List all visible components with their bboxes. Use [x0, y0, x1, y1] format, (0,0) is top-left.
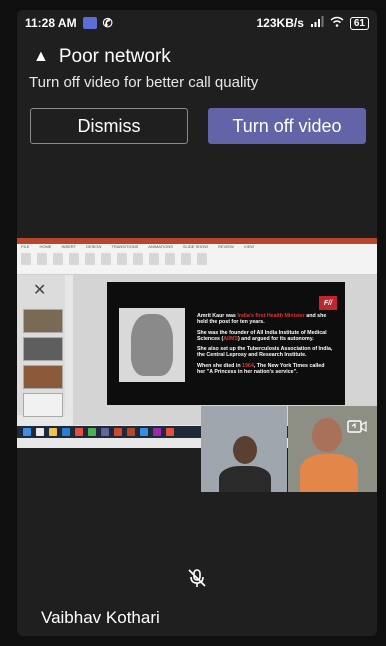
status-bar: 11:28 AM ✆ 123KB/s 61 — [17, 10, 377, 36]
mic-off-icon[interactable] — [186, 567, 208, 589]
call-screen: 11:28 AM ✆ 123KB/s 61 ▲ Poor network Tur… — [17, 10, 377, 636]
phone-icon: ✆ — [102, 16, 113, 30]
warning-icon: ▲ — [33, 48, 49, 65]
dismiss-button[interactable]: Dismiss — [30, 108, 188, 144]
participant-video-tile[interactable] — [201, 406, 287, 492]
status-left: 11:28 AM ✆ — [25, 16, 113, 30]
banner-title: Poor network — [58, 46, 171, 67]
slide-thumbnail — [23, 365, 63, 389]
banner-subtitle: Turn off video for better call quality — [29, 74, 259, 91]
status-time: 11:28 AM — [25, 16, 77, 30]
taskbar-icons — [23, 428, 174, 436]
slide-paragraph: When she died in 1964, The New York Time… — [197, 362, 325, 376]
teams-icon — [82, 17, 97, 29]
ribbon-commands — [21, 253, 207, 265]
presentation-slide: F// Amrit Kaur was India's first Health … — [107, 282, 345, 405]
slide-paragraph: She also set up the Tuberculosis Associa… — [197, 346, 333, 359]
slide-thumbnail — [23, 309, 63, 333]
slide-thumbnail — [23, 393, 63, 417]
signal-icon — [310, 16, 324, 30]
net-speed: 123KB/s — [256, 16, 304, 30]
switch-camera-icon[interactable] — [347, 418, 367, 434]
portrait-image — [119, 308, 185, 382]
status-right: 123KB/s 61 — [256, 16, 369, 30]
slide-paragraph: She was the founder of All India Institu… — [197, 329, 327, 342]
wifi-icon — [330, 16, 344, 30]
participant-face — [233, 436, 257, 464]
ppt-ribbon: FILE HOME INSERT DESIGN TRANSITIONS ANIMATION… — [17, 244, 377, 275]
self-face — [312, 418, 342, 452]
turn-off-video-button[interactable]: Turn off video — [208, 108, 366, 144]
slide-text: Amrit Kaur was India's first Health Mini… — [197, 313, 333, 379]
slide-paragraph: Amrit Kaur was India's first Health Mini… — [197, 313, 327, 326]
ribbon-tabs: FILE HOME INSERT DESIGN TRANSITIONS ANIMATION… — [21, 244, 255, 249]
battery-indicator: 61 — [349, 16, 369, 30]
slide-thumbnail — [23, 337, 63, 361]
close-icon[interactable]: ✕ — [33, 280, 46, 300]
banner-title-row: ▲ Poor network — [33, 46, 171, 68]
participant-name: Vaibhav Kothari — [41, 608, 160, 627]
poor-network-banner: ▲ Poor network Turn off video for better… — [17, 40, 377, 155]
slide-logo: F// — [319, 296, 337, 310]
